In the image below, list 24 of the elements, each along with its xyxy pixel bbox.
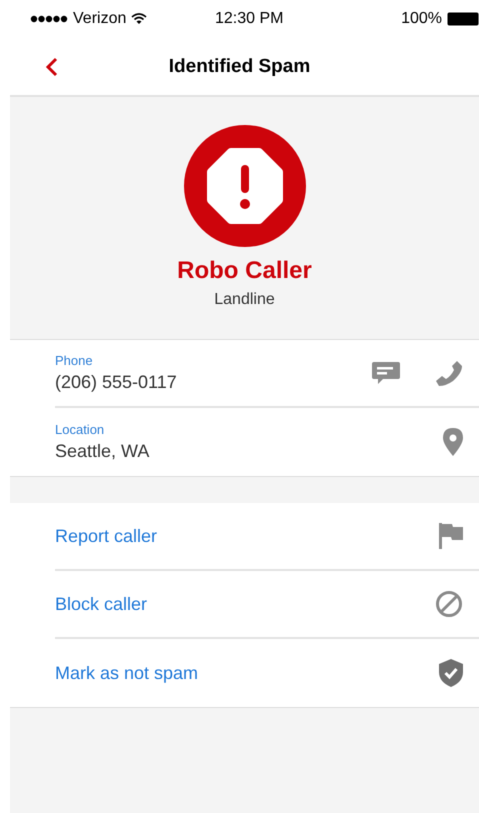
warning-icon: [184, 125, 306, 247]
back-icon: [46, 56, 58, 76]
message-icon[interactable]: [371, 361, 401, 385]
phone-icon[interactable]: [435, 359, 463, 387]
field-value: Seattle, WA: [55, 441, 150, 462]
location-pin-icon[interactable]: [443, 428, 463, 456]
battery-percent: 100%: [401, 10, 442, 28]
block-icon[interactable]: [435, 590, 463, 618]
field-value: (206) 555-0117: [55, 372, 177, 393]
wifi-icon: [131, 13, 148, 25]
caller-type: Landline: [214, 291, 275, 309]
action-link[interactable]: Block caller: [55, 594, 148, 614]
shield-check-icon[interactable]: [439, 659, 463, 687]
flag-icon[interactable]: [439, 523, 463, 549]
field-label: Phone: [55, 353, 94, 368]
carrier-name: Verizon: [73, 10, 126, 28]
action-link[interactable]: Mark as not spam: [55, 662, 198, 684]
caller-name: Robo Caller: [177, 257, 312, 285]
field-label: Location: [55, 422, 106, 437]
signal-icon: [30, 15, 68, 23]
screen-title: Identified Spam: [168, 56, 310, 78]
action-link[interactable]: Report caller: [55, 526, 158, 546]
status-time: 12:30 PM: [215, 10, 284, 28]
battery-icon: [447, 12, 479, 26]
